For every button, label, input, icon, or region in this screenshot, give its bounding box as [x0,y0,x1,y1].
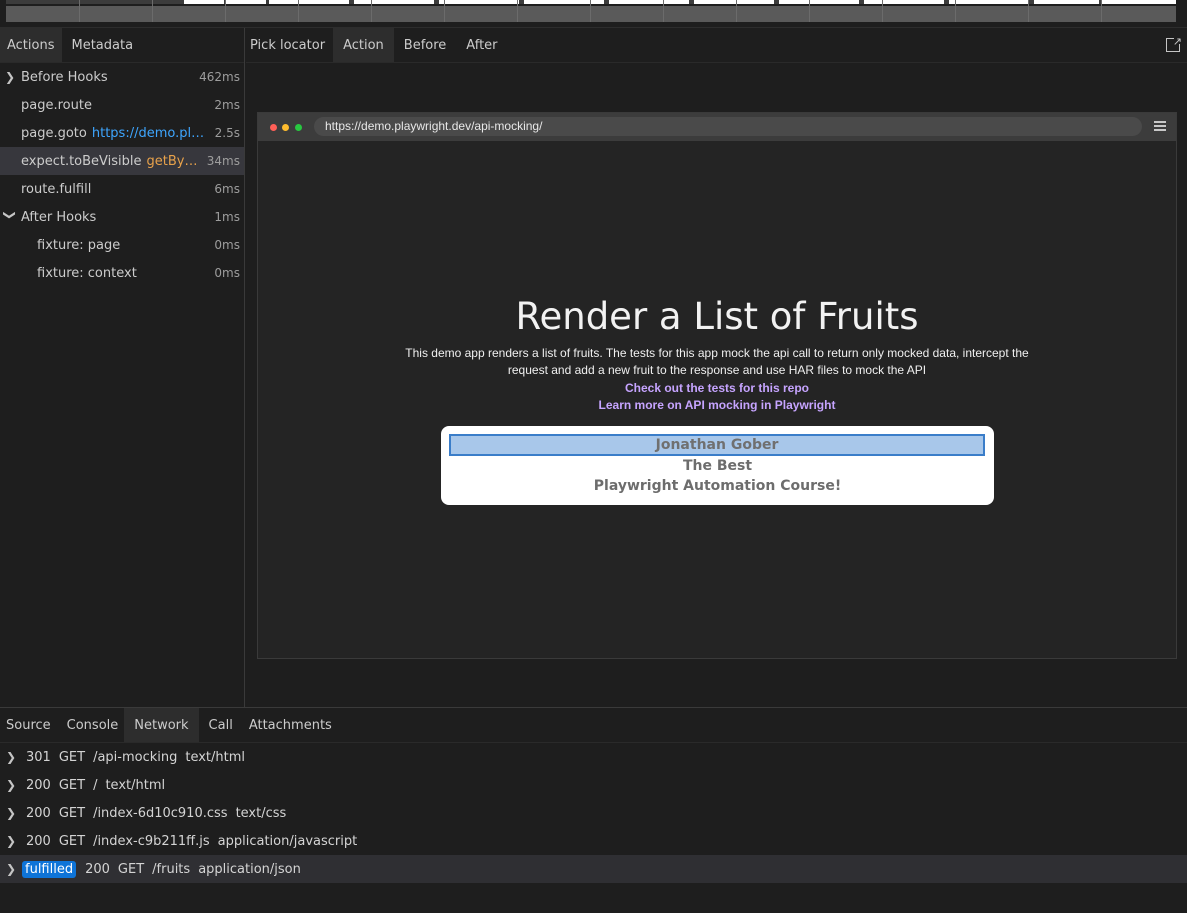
network-status: 200 [26,805,51,821]
action-title: Before Hooks [21,69,108,85]
fruit-item: Playwright Automation Course! [593,478,842,494]
page-description: This demo app renders a list of fruits. … [405,346,1029,377]
chevron-right-icon[interactable]: ❯ [6,750,16,764]
tab-metadata[interactable]: Metadata [62,28,141,62]
timeline-filmstrip[interactable] [0,0,1187,28]
snapshot-tabbar: Pick locator Action Before After ↗ [246,28,1187,63]
network-row[interactable]: ❯ 200 GET /index-6d10c910.css text/css [0,799,1187,827]
action-item-fixture-page[interactable]: fixture: page 0ms [0,231,244,259]
action-duration: 2.5s [214,126,240,140]
action-duration: 462ms [199,70,240,84]
action-duration: 6ms [214,182,240,196]
action-item-before-hooks[interactable]: ❯ Before Hooks 462ms [0,63,244,91]
action-duration: 1ms [214,210,240,224]
chevron-right-icon[interactable]: ❯ [6,778,16,792]
action-title: page.route [21,97,92,113]
snapshot-page: Render a List of Fruits This demo app re… [258,141,1176,658]
tests-repo-link[interactable]: Check out the tests for this repo [258,381,1176,395]
network-method: GET [117,861,145,877]
chevron-right-icon[interactable]: ❯ [6,806,16,820]
network-type: application/javascript [217,833,358,849]
tab-action[interactable]: Action [333,28,394,62]
address-bar: https://demo.playwright.dev/api-mocking/ [314,117,1142,136]
tab-source[interactable]: Source [0,708,57,742]
network-type: text/html [105,777,166,793]
left-tabbar: Actions Metadata [0,28,244,63]
tab-console[interactable]: Console [57,708,125,742]
snapshot-pane: Pick locator Action Before After ↗ https… [246,28,1187,707]
tab-call[interactable]: Call [199,708,243,742]
network-path: /index-6d10c910.css [93,805,228,821]
action-param: getByText('... [146,153,201,169]
action-item-after-hooks[interactable]: ❯ After Hooks 1ms [0,203,244,231]
network-status: 200 [26,833,51,849]
action-title: After Hooks [21,209,97,225]
action-title: page.goto [21,125,87,141]
tab-after[interactable]: After [456,28,507,62]
action-item-fixture-context[interactable]: fixture: context 0ms [0,259,244,287]
fruit-item: The Best [682,458,753,474]
window-close-dot [270,124,277,131]
network-row[interactable]: ❯ 200 GET / text/html [0,771,1187,799]
browser-chrome: https://demo.playwright.dev/api-mocking/ [258,113,1176,141]
network-path: / [93,777,98,793]
action-duration: 0ms [214,266,240,280]
action-title: fixture: context [37,265,137,281]
hamburger-menu-icon [1154,121,1166,131]
api-mocking-docs-link[interactable]: Learn more on API mocking in Playwright [258,398,1176,412]
chevron-right-icon[interactable]: ❯ [6,862,16,876]
network-type: text/html [185,749,246,765]
details-panel: Source Console Network Call Attachments … [0,707,1187,913]
action-title: fixture: page [37,237,121,253]
bottom-tabbar: Source Console Network Call Attachments [0,708,1187,743]
tab-attachments[interactable]: Attachments [243,708,338,742]
timeline-bar[interactable] [6,6,1176,22]
window-minimize-dot [282,124,289,131]
network-method: GET [58,749,86,765]
tab-network[interactable]: Network [124,708,199,742]
fruit-list: Jonathan Gober The Best Playwright Autom… [441,426,994,505]
window-maximize-dot [295,124,302,131]
network-status: 301 [26,749,51,765]
network-path: /fruits [152,861,191,877]
network-status: 200 [85,861,110,877]
network-status: 200 [26,777,51,793]
action-list: ❯ Before Hooks 462ms page.route 2ms page… [0,63,244,287]
network-method: GET [58,777,86,793]
action-duration: 34ms [206,154,240,168]
network-type: text/css [235,805,287,821]
action-param: https://demo.playwri... [91,125,209,141]
fruit-item-highlighted[interactable]: Jonathan Gober [449,434,985,456]
action-item-page-route[interactable]: page.route 2ms [0,91,244,119]
network-path: /api-mocking [93,749,178,765]
network-type: application/json [198,861,301,877]
action-item-route-fulfill[interactable]: route.fulfill 6ms [0,175,244,203]
chevron-right-icon[interactable]: ❯ [5,70,17,84]
filmstrip-thumbnails [6,0,1176,4]
pick-locator-button[interactable]: Pick locator [246,28,333,62]
trace-viewer: Actions Metadata ❯ Before Hooks 462ms pa… [0,0,1187,913]
action-title: expect.toBeVisible [21,153,142,169]
network-row[interactable]: ❯ 301 GET /api-mocking text/html [0,743,1187,771]
network-method: GET [58,833,86,849]
page-heading: Render a List of Fruits [515,295,919,338]
chevron-right-icon[interactable]: ❯ [6,834,16,848]
fulfilled-badge: fulfilled [22,860,77,878]
tab-actions[interactable]: Actions [0,28,62,62]
network-path: /index-c9b211ff.js [93,833,210,849]
browser-frame: https://demo.playwright.dev/api-mocking/… [257,112,1177,659]
actions-pane: Actions Metadata ❯ Before Hooks 462ms pa… [0,28,245,707]
action-duration: 0ms [214,238,240,252]
tab-before[interactable]: Before [394,28,457,62]
action-item-page-goto[interactable]: page.goto https://demo.playwri... 2.5s [0,119,244,147]
network-row[interactable]: ❯ 200 GET /index-c9b211ff.js application… [0,827,1187,855]
network-method: GET [58,805,86,821]
action-title: route.fulfill [21,181,92,197]
action-item-expect-tobevisible[interactable]: expect.toBeVisible getByText('... 34ms [0,147,244,175]
open-external-icon[interactable]: ↗ [1166,35,1182,52]
action-duration: 2ms [214,98,240,112]
chevron-down-icon[interactable]: ❯ [3,210,17,222]
network-row-selected[interactable]: ❯ fulfilled 200 GET /fruits application/… [0,855,1187,883]
